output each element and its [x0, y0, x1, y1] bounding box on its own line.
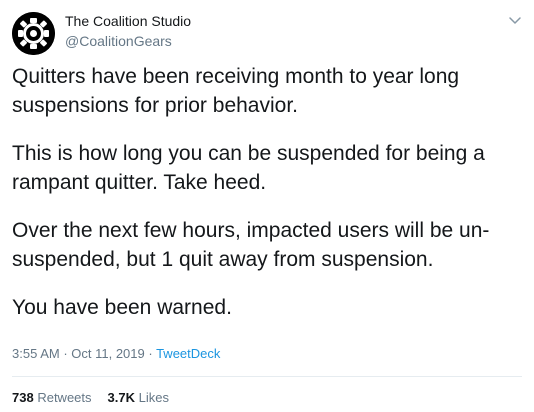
likes-count: 3.7K — [107, 390, 135, 405]
meta-separator: · — [144, 346, 157, 361]
chevron-down-icon — [509, 17, 521, 24]
likes-stat[interactable]: 3.7K Likes — [108, 390, 169, 405]
avatar[interactable] — [12, 12, 55, 55]
tweet-menu-button[interactable] — [507, 12, 523, 28]
tweet-paragraph: You have been warned. — [12, 296, 232, 319]
tweet-paragraph: Over the next few hours, impacted users … — [12, 219, 490, 271]
tweet-time[interactable]: 3:55 AM — [12, 346, 60, 361]
tweet-date[interactable]: Oct 11, 2019 — [71, 346, 144, 361]
tweet-paragraph: Quitters have been receiving month to ye… — [12, 65, 460, 117]
author-name[interactable]: The Coalition Studio — [65, 13, 191, 29]
tweet-text: Quitters have been receiving month to ye… — [12, 62, 524, 341]
tweet-source-link[interactable]: TweetDeck — [156, 346, 220, 361]
divider — [12, 376, 522, 377]
coalition-gear-logo-icon — [12, 12, 55, 55]
author-handle[interactable]: @CoalitionGears — [65, 33, 172, 49]
retweets-count: 738 — [12, 390, 34, 405]
tweet-stats: 738 Retweets 3.7K Likes — [12, 390, 185, 405]
retweets-label: Retweets — [37, 390, 92, 405]
tweet-paragraph: This is how long you can be suspended fo… — [12, 142, 485, 194]
tweet-meta: 3:55 AM · Oct 11, 2019 · TweetDeck — [12, 346, 220, 361]
meta-separator: · — [59, 346, 72, 361]
likes-label: Likes — [138, 390, 169, 405]
retweets-stat[interactable]: 738 Retweets — [12, 390, 92, 405]
